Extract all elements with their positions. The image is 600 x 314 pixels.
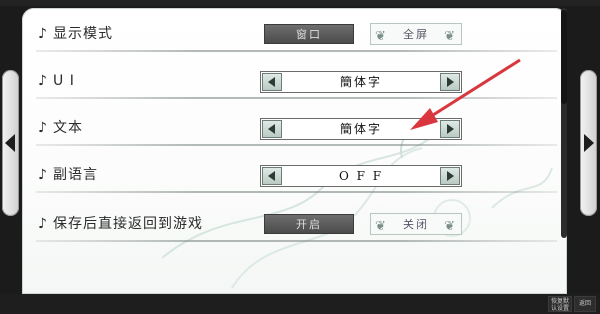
back-button[interactable]: 返回 xyxy=(574,296,596,312)
next-page-button[interactable] xyxy=(580,70,597,216)
text-language-label: 文本 xyxy=(53,120,83,136)
sub-language-next-button[interactable] xyxy=(440,167,460,185)
red-arrow-icon xyxy=(410,58,521,130)
row-divider xyxy=(36,144,557,146)
music-note-icon: ♪ xyxy=(38,167,48,183)
sub-language-value: O F F xyxy=(338,169,384,183)
settings-panel: ♪ 显示模式 窗口 ❦ 全屏 ❦ ♪ U I 簡体字 ♪ 文本 簡体字 ♪ 副语… xyxy=(22,8,567,294)
music-note-icon: ♪ xyxy=(38,73,48,89)
music-note-icon: ♪ xyxy=(38,120,48,136)
leaf-ornament-icon: ❦ xyxy=(444,219,457,234)
text-language-prev-button[interactable] xyxy=(262,120,282,138)
triangle-left-icon xyxy=(268,124,275,134)
triangle-right-icon xyxy=(447,171,454,181)
window-mode-button[interactable]: 窗口 xyxy=(264,24,354,44)
leaf-ornament-icon: ❦ xyxy=(375,219,388,234)
settings-row-display-mode: ♪ 显示模式 窗口 ❦ 全屏 ❦ xyxy=(22,16,567,52)
return-after-save-label: 保存后直接返回到游戏 xyxy=(53,216,203,232)
return-after-save-off-button[interactable]: ❦ 关闭 ❦ xyxy=(370,213,462,235)
leaf-ornament-icon: ❦ xyxy=(444,29,457,44)
fullscreen-mode-button[interactable]: ❦ 全屏 ❦ xyxy=(370,23,462,45)
sub-language-label: 副语言 xyxy=(53,167,98,183)
bottom-bar xyxy=(0,294,600,314)
ui-language-label: U I xyxy=(53,73,75,89)
triangle-left-icon xyxy=(5,134,15,152)
triangle-left-icon xyxy=(268,171,275,181)
music-note-icon: ♪ xyxy=(38,26,48,42)
settings-row-return-after-save: ♪ 保存后直接返回到游戏 开启 ❦ 关闭 ❦ xyxy=(22,206,567,242)
row-divider xyxy=(36,240,557,242)
sub-language-prev-button[interactable] xyxy=(262,167,282,185)
fullscreen-mode-label: 全屏 xyxy=(403,28,429,41)
triangle-right-icon xyxy=(584,134,594,152)
sub-language-selector[interactable]: O F F xyxy=(260,165,462,187)
return-after-save-off-label: 关闭 xyxy=(403,218,429,231)
display-mode-label: 显示模式 xyxy=(53,26,113,42)
game-logo xyxy=(506,0,590,8)
prev-page-button[interactable] xyxy=(2,70,19,216)
settings-row-sub-language: ♪ 副语言 O F F xyxy=(22,157,567,193)
triangle-left-icon xyxy=(268,77,275,87)
restore-defaults-button[interactable]: 恢复默认设置 xyxy=(548,296,572,312)
music-note-icon: ♪ xyxy=(38,216,48,232)
row-divider xyxy=(36,191,557,193)
scrollbar-thumb[interactable] xyxy=(561,10,567,104)
leaf-ornament-icon: ❦ xyxy=(375,29,388,44)
ui-language-prev-button[interactable] xyxy=(262,73,282,91)
row-divider xyxy=(36,50,557,52)
return-after-save-on-button[interactable]: 开启 xyxy=(264,214,354,234)
